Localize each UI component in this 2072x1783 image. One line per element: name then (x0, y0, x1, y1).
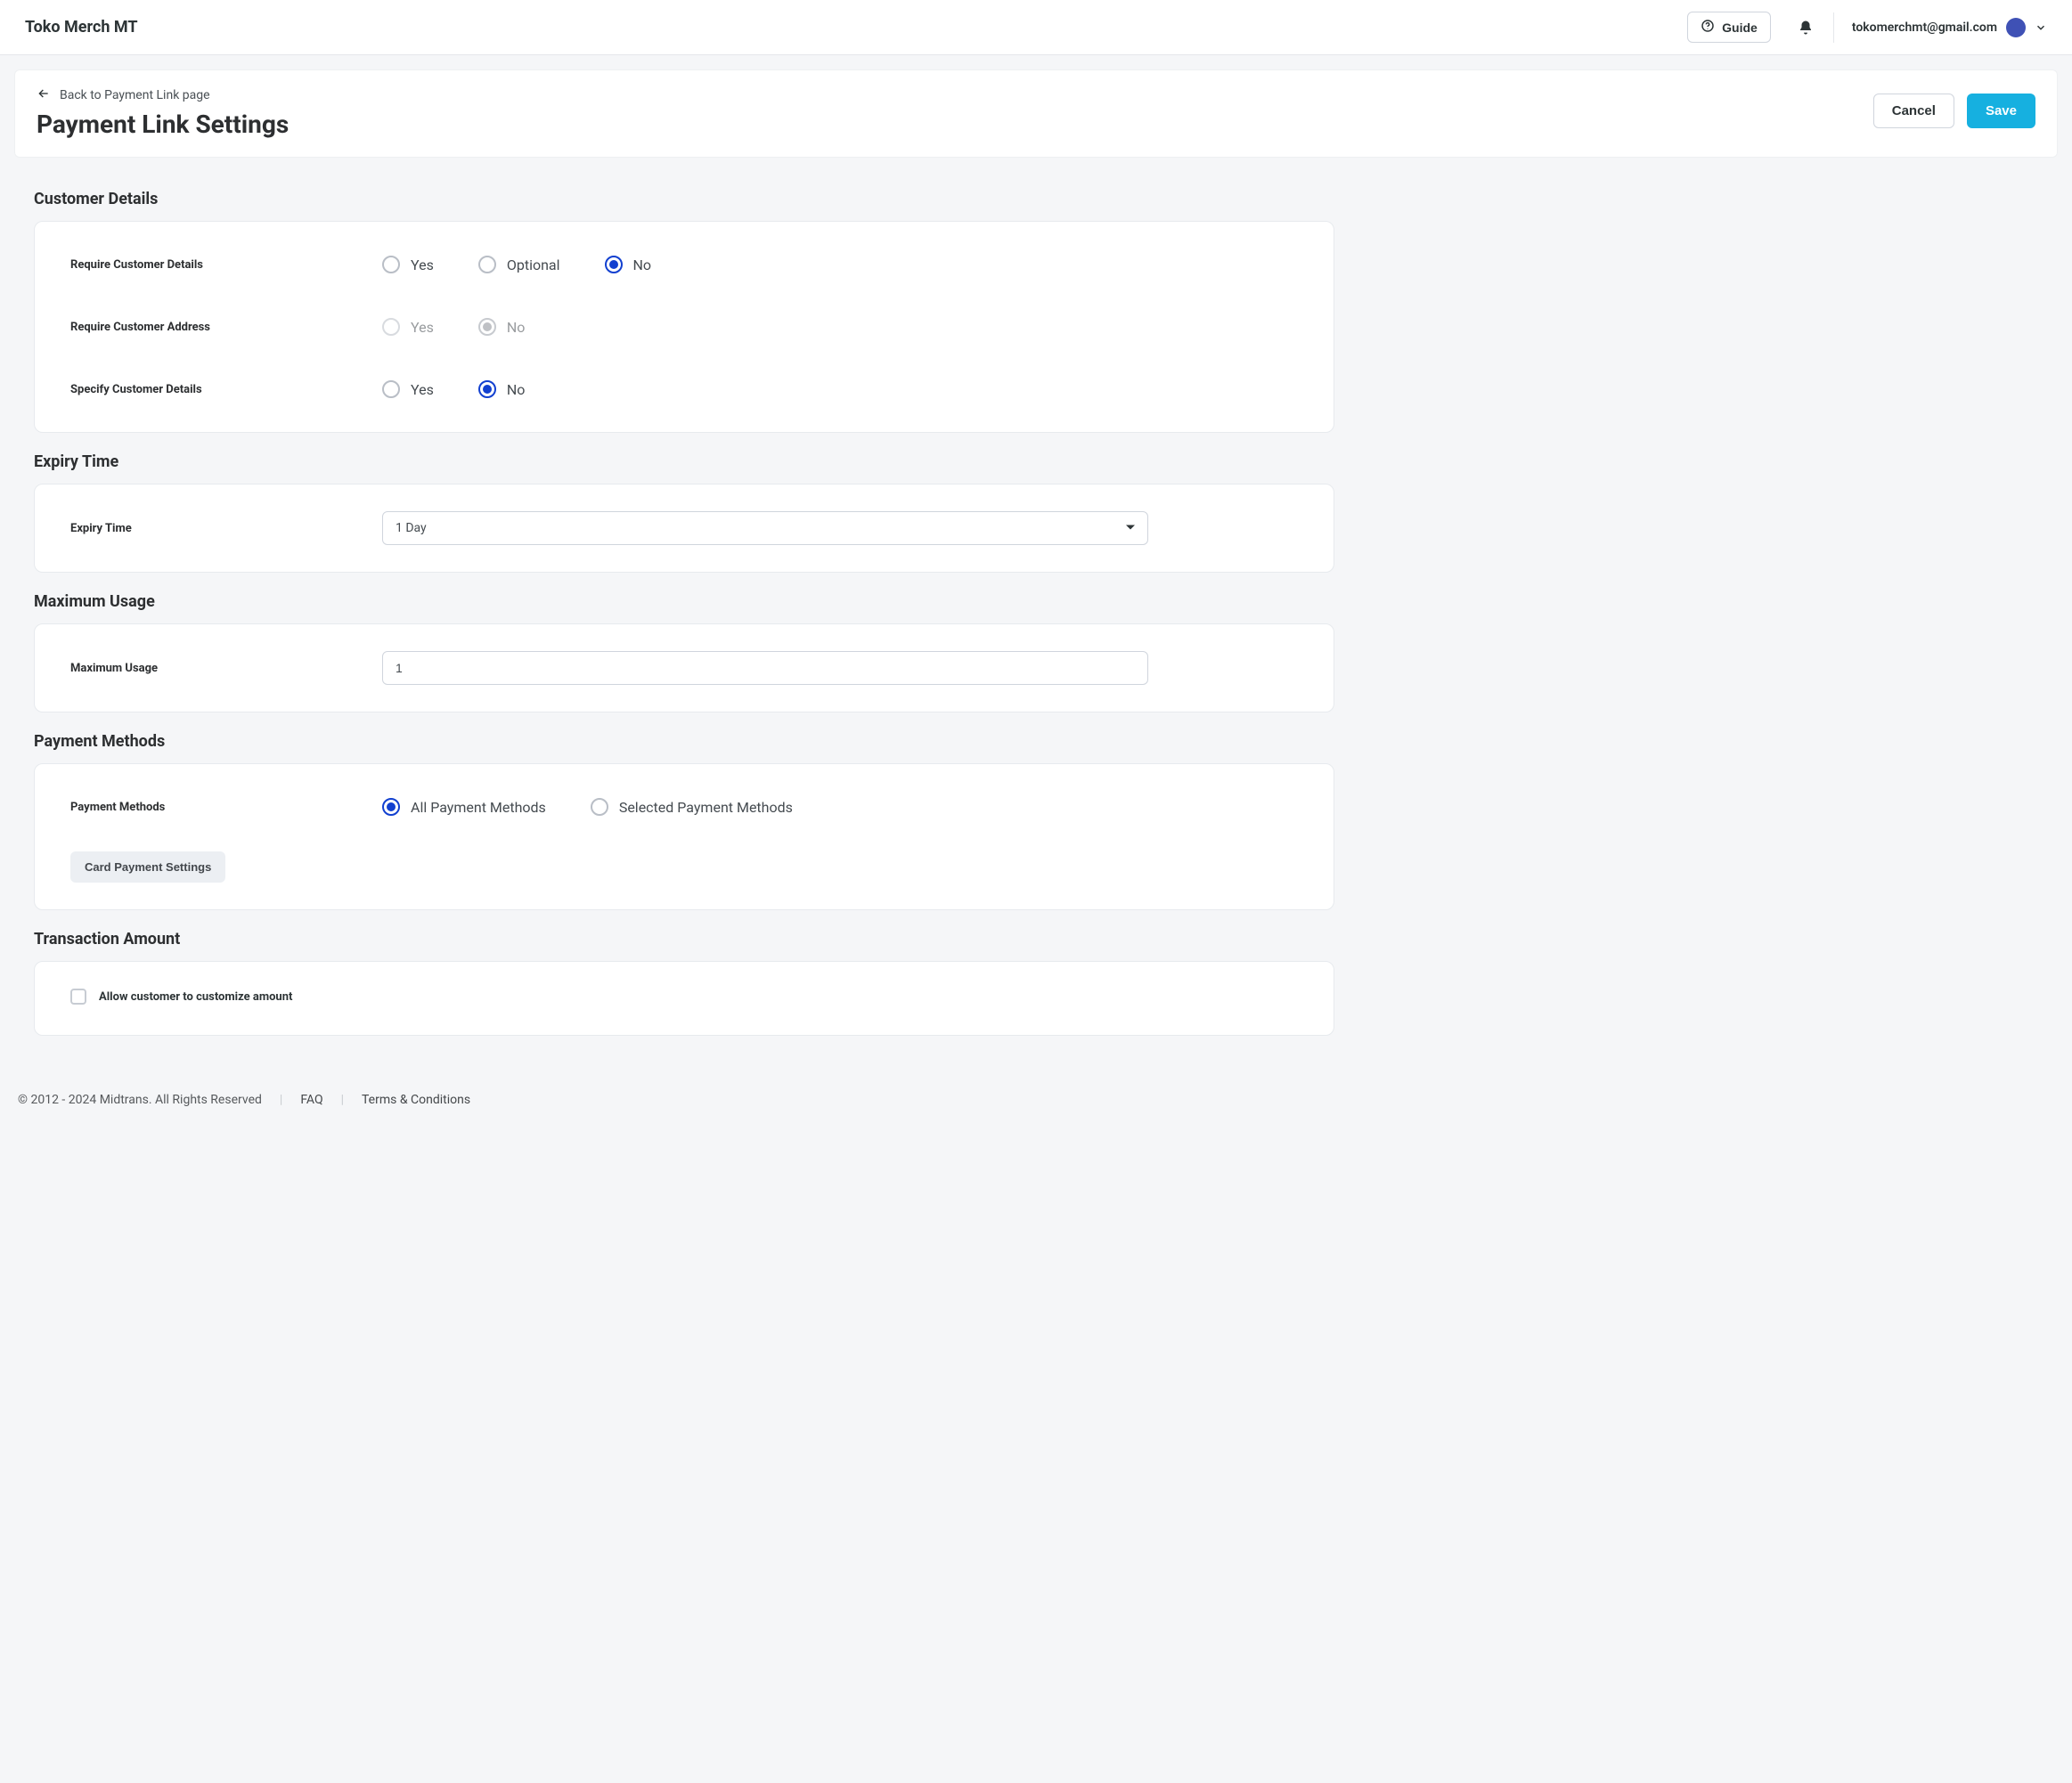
select-value: 1 Day (396, 521, 427, 535)
radio-indicator (605, 256, 623, 273)
input-max-usage[interactable] (382, 651, 1148, 685)
panel-transaction-amount: Allow customer to customize amount (34, 961, 1334, 1036)
back-label: Back to Payment Link page (60, 88, 210, 102)
label-max-usage: Maximum Usage (70, 662, 382, 675)
cancel-button[interactable]: Cancel (1873, 94, 1954, 128)
radio-indicator (382, 256, 400, 273)
radio-label: No (633, 256, 652, 273)
label-payment-methods: Payment Methods (70, 801, 382, 814)
arrow-left-icon (37, 86, 51, 104)
section-title-expiry: Expiry Time (34, 452, 2038, 471)
radio-label: All Payment Methods (411, 799, 546, 816)
page-header: Back to Payment Link page Payment Link S… (14, 69, 2058, 158)
content: Customer Details Require Customer Detail… (0, 165, 2072, 1077)
avatar (2006, 18, 2026, 37)
topbar: Toko Merch MT Guide tokomerchmt@gmail.co… (0, 0, 2072, 55)
radio-payment-methods-all[interactable]: All Payment Methods (382, 798, 546, 816)
user-email: tokomerchmt@gmail.com (1852, 20, 1997, 35)
bell-icon[interactable] (1798, 20, 1814, 36)
radio-label: Yes (411, 319, 434, 336)
panel-max-usage: Maximum Usage (34, 623, 1334, 712)
checkbox-label: Allow customer to customize amount (99, 990, 292, 1004)
panel-payment-methods: Payment Methods All Payment Methods Sele… (34, 763, 1334, 910)
radio-label: Yes (411, 381, 434, 398)
checkbox-allow-customize-amount[interactable]: Allow customer to customize amount (70, 989, 292, 1005)
footer-copyright: © 2012 - 2024 Midtrans. All Rights Reser… (18, 1093, 262, 1107)
section-title-max-usage: Maximum Usage (34, 592, 2038, 611)
radio-require-address-yes: Yes (382, 318, 434, 336)
back-link[interactable]: Back to Payment Link page (37, 86, 210, 104)
save-button[interactable]: Save (1967, 94, 2035, 128)
card-payment-settings-button[interactable]: Card Payment Settings (70, 851, 225, 883)
guide-label: Guide (1722, 20, 1758, 35)
footer: © 2012 - 2024 Midtrans. All Rights Reser… (0, 1077, 2072, 1130)
footer-terms-link[interactable]: Terms & Conditions (362, 1093, 470, 1107)
radio-label: Yes (411, 256, 434, 273)
radio-require-details-no[interactable]: No (605, 256, 652, 273)
guide-button[interactable]: Guide (1687, 12, 1771, 43)
radio-indicator (382, 798, 400, 816)
footer-faq-link[interactable]: FAQ (300, 1093, 322, 1107)
radio-specify-details-no[interactable]: No (478, 380, 526, 398)
radio-require-details-optional[interactable]: Optional (478, 256, 560, 273)
radio-group-payment-methods: All Payment Methods Selected Payment Met… (382, 798, 793, 816)
divider (1833, 12, 1834, 43)
radio-require-details-yes[interactable]: Yes (382, 256, 434, 273)
label-specify-customer-details: Specify Customer Details (70, 383, 382, 396)
label-require-customer-address: Require Customer Address (70, 321, 382, 334)
radio-group-require-customer-address: Yes No (382, 318, 525, 336)
chevron-down-icon (2035, 21, 2047, 34)
select-expiry-time[interactable]: 1 Day (382, 511, 1148, 545)
radio-require-address-no: No (478, 318, 526, 336)
radio-indicator (382, 318, 400, 336)
radio-group-require-customer-details: Yes Optional No (382, 256, 651, 273)
radio-specify-details-yes[interactable]: Yes (382, 380, 434, 398)
section-title-transaction-amount: Transaction Amount (34, 930, 2038, 948)
user-menu[interactable]: tokomerchmt@gmail.com (1841, 18, 2047, 37)
help-circle-icon (1701, 19, 1715, 36)
radio-label: No (507, 381, 526, 398)
section-title-customer-details: Customer Details (34, 190, 2038, 208)
panel-customer-details: Require Customer Details Yes Optional No… (34, 221, 1334, 433)
radio-indicator (478, 318, 496, 336)
divider: | (341, 1093, 344, 1107)
radio-indicator (478, 380, 496, 398)
caret-down-icon (1126, 521, 1135, 535)
label-require-customer-details: Require Customer Details (70, 258, 382, 272)
label-expiry-time: Expiry Time (70, 522, 382, 535)
page-title: Payment Link Settings (37, 110, 1873, 139)
radio-indicator (382, 380, 400, 398)
radio-indicator (591, 798, 608, 816)
divider: | (280, 1093, 282, 1107)
radio-label: Selected Payment Methods (619, 799, 793, 816)
app-title: Toko Merch MT (25, 18, 1687, 37)
radio-group-specify-customer-details: Yes No (382, 380, 525, 398)
section-title-payment-methods: Payment Methods (34, 732, 2038, 751)
radio-indicator (478, 256, 496, 273)
radio-payment-methods-selected[interactable]: Selected Payment Methods (591, 798, 793, 816)
radio-label: Optional (507, 256, 560, 273)
checkbox-indicator (70, 989, 86, 1005)
panel-expiry: Expiry Time 1 Day (34, 484, 1334, 573)
radio-label: No (507, 319, 526, 336)
